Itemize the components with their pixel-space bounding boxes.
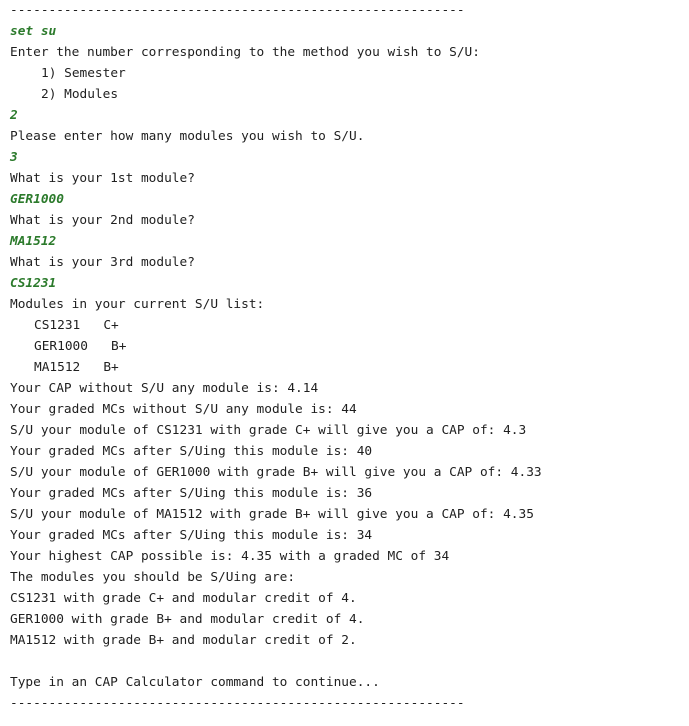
result-line: S/U your module of GER1000 with grade B+…	[10, 465, 542, 480]
result-line: The modules you should be S/Uing are:	[10, 570, 296, 585]
method-option: 1) Semester	[41, 66, 126, 81]
result-line: S/U your module of CS1231 with grade C+ …	[10, 423, 527, 438]
result-line: MA1512 with grade B+ and modular credit …	[10, 633, 357, 648]
su-list-item: CS1231 C+	[34, 318, 119, 333]
user-input: 3	[10, 150, 18, 165]
result-line: Your graded MCs after S/Uing this module…	[10, 444, 373, 459]
result-line: Your graded MCs after S/Uing this module…	[10, 486, 373, 501]
su-list-item: MA1512 B+	[34, 360, 119, 375]
user-input: MA1512	[10, 234, 57, 249]
result-line: GER1000 with grade B+ and modular credit…	[10, 612, 365, 627]
result-line: CS1231 with grade C+ and modular credit …	[10, 591, 357, 606]
prompt-module: What is your 3rd module?	[10, 255, 195, 270]
result-line: Your highest CAP possible is: 4.35 with …	[10, 549, 450, 564]
result-line: Your CAP without S/U any module is: 4.14	[10, 381, 319, 396]
separator-line: ----------------------------------------…	[10, 696, 465, 711]
user-command: set su	[10, 24, 57, 39]
prompt-module: What is your 1st module?	[10, 171, 195, 186]
user-input: 2	[10, 108, 18, 123]
continue-prompt: Type in an CAP Calculator command to con…	[10, 675, 380, 690]
separator-line: ----------------------------------------…	[10, 3, 465, 18]
prompt-module: What is your 2nd module?	[10, 213, 195, 228]
user-input: GER1000	[10, 192, 64, 207]
su-list-header: Modules in your current S/U list:	[10, 297, 265, 312]
result-line: S/U your module of MA1512 with grade B+ …	[10, 507, 534, 522]
user-input: CS1231	[10, 276, 57, 291]
result-line: Your graded MCs without S/U any module i…	[10, 402, 357, 417]
prompt-method: Enter the number corresponding to the me…	[10, 45, 480, 60]
result-line: Your graded MCs after S/Uing this module…	[10, 528, 373, 543]
prompt-count: Please enter how many modules you wish t…	[10, 129, 365, 144]
su-list-item: GER1000 B+	[34, 339, 127, 354]
method-option: 2) Modules	[41, 87, 119, 102]
console-output: ----------------------------------------…	[10, 0, 680, 714]
